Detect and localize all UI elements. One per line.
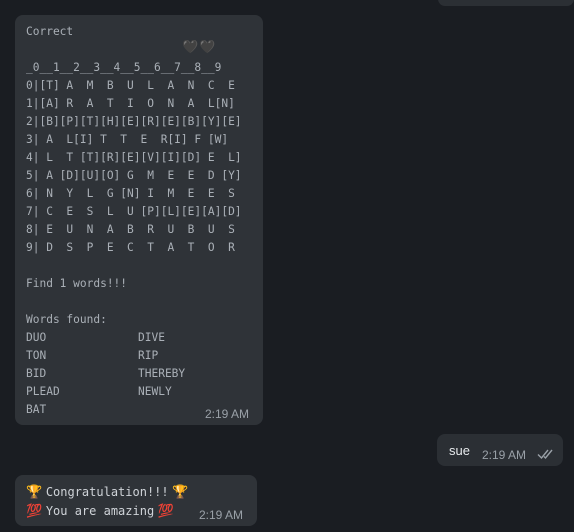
- grid-row-1: 1|[A] R A T I O N A L[N]: [26, 97, 235, 110]
- message-text: sue: [449, 443, 470, 458]
- message-time: 2:19 AM: [205, 407, 250, 421]
- found-word: PLEAD: [26, 385, 60, 398]
- column-header: _0__1__2__3__4__5__6__7__8__9: [26, 61, 222, 74]
- word-search-message[interactable]: Correct 🖤🖤 _0__1__2__3__4__5__6__7__8__9…: [15, 15, 263, 425]
- found-word: TON: [26, 349, 47, 362]
- grid-row-3: 3| A L[I] T T E R[I] F [W]: [26, 133, 229, 146]
- found-word: BID: [26, 367, 47, 380]
- previous-message-stub: [438, 0, 574, 6]
- grid-row-2: 2|[B][P][T][H][E][R][E][B][Y][E]: [26, 115, 242, 128]
- grid-row-0: 0|[T] A M B U L A N C E: [26, 79, 235, 92]
- amazing-text: You are amazing: [45, 504, 155, 518]
- hundred-points-icon: 💯: [157, 504, 174, 519]
- hearts-icon: 🖤🖤: [182, 40, 217, 55]
- words-found-label: Words found:: [26, 313, 107, 326]
- congrats-line-2: 💯 You are amazing 💯: [26, 503, 174, 519]
- congrats-line-1: 🏆 Congratulation!!! 🏆: [26, 484, 188, 500]
- grid-row-5: 5| A [D][U][O] G M E E D [Y]: [26, 169, 242, 182]
- trophy-icon: 🏆: [26, 485, 43, 500]
- double-check-icon: [537, 447, 557, 460]
- grid-row-7: 7| C E S L U [P][L][E][A][D]: [26, 205, 242, 218]
- grid-row-9: 9| D S P E C T A T O R: [26, 241, 235, 254]
- trophy-icon: 🏆: [172, 485, 189, 500]
- status-text: Correct: [26, 25, 74, 38]
- message-time: 2:19 AM: [482, 448, 527, 462]
- grid-row-8: 8| E U N A B R U B U S: [26, 223, 235, 236]
- found-word: BAT: [26, 403, 47, 416]
- found-word: RIP: [138, 349, 159, 362]
- hundred-points-icon: 💯: [26, 504, 43, 519]
- found-word: NEWLY: [138, 385, 172, 398]
- grid-row-6: 6| N Y L G [N] I M E E S: [26, 187, 235, 200]
- found-word: DUO: [26, 331, 47, 344]
- message-time: 2:19 AM: [199, 508, 244, 522]
- grid-row-4: 4| L T [T][R][E][V][I][D] E L]: [26, 151, 242, 164]
- found-word: THEREBY: [138, 367, 186, 380]
- found-word: DIVE: [138, 331, 165, 344]
- congrats-text: Congratulation!!!: [45, 485, 169, 499]
- congrats-message[interactable]: 🏆 Congratulation!!! 🏆 💯 You are amazing …: [15, 475, 257, 526]
- find-words-text: Find 1 words!!!: [26, 277, 128, 290]
- sent-message[interactable]: sue 2:19 AM: [437, 434, 563, 466]
